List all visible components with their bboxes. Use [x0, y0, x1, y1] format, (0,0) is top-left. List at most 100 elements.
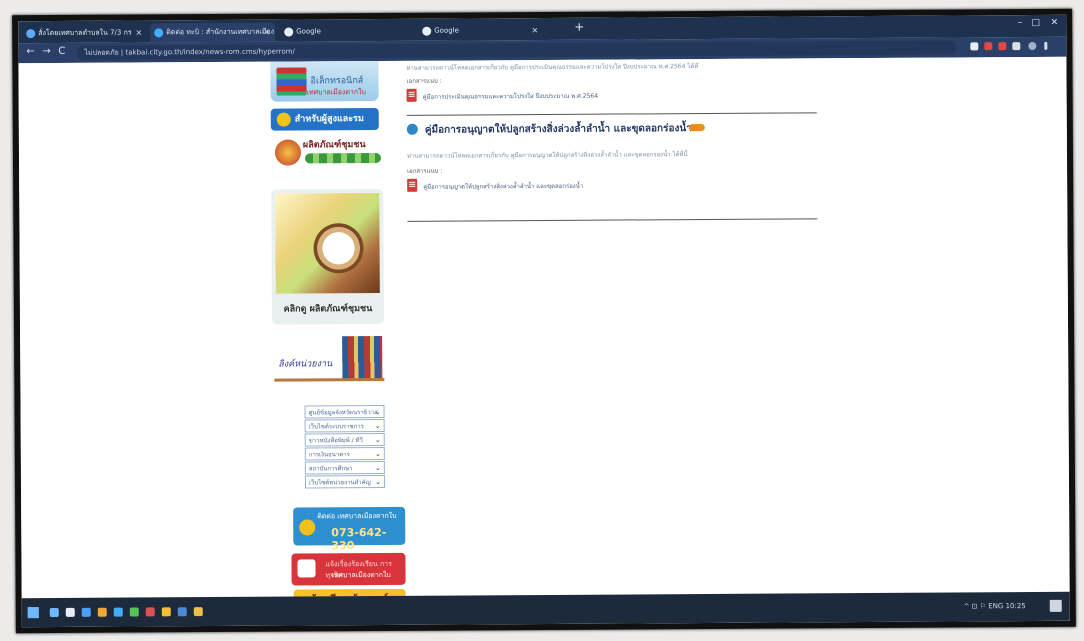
chrome-icon[interactable]: [145, 607, 155, 617]
tab-favicon-icon: [154, 28, 164, 38]
corruption-report-button[interactable]: แจ้งเรื่องร้องเรียน การทุจริต เทศบาลเมือ…: [291, 552, 406, 586]
app-icon[interactable]: [113, 607, 123, 617]
prev-attachment-row[interactable]: คู่มือการประเมินคุณธรรมและความโปร่งใส ปี…: [406, 86, 817, 105]
app-icon[interactable]: [81, 607, 91, 617]
maximize-button[interactable]: □: [1032, 18, 1041, 28]
agency-links-title: ลิงค์หน่วยงาน: [278, 359, 333, 370]
address-bar[interactable]: ไม่ปลอดภัย | takbai.city.go.th/index/new…: [76, 40, 957, 60]
item-attachments-label: เอกสารแนบ :: [407, 167, 443, 175]
chevron-down-icon: ⌄: [374, 408, 381, 417]
system-tray[interactable]: ^ ⊡ ⚐ ENG 10:25: [964, 602, 1026, 610]
bullet-icon: [406, 123, 418, 135]
chevron-down-icon: ⌄: [375, 477, 382, 487]
chevron-down-icon: ⌄: [374, 421, 381, 431]
divider: [406, 112, 817, 116]
screen: สั่งโดยเทศบาลตำบลใน 7/3 กร ✕ ติดต่อ ทะบิ…: [18, 14, 1070, 628]
item-title[interactable]: คู่มือการอนุญาตให้ปลูกสร้างสิ่งล่วงล้ำลำ…: [425, 121, 692, 138]
close-tab-icon[interactable]: ✕: [135, 23, 143, 42]
item-attachment-row[interactable]: คู่มือการอนุญาตให้ปลูกสร้างสิ่งล่วงล้ำลำ…: [407, 176, 817, 195]
new-badge-icon: [688, 124, 705, 132]
divider: [407, 218, 818, 222]
forward-button[interactable]: →: [42, 46, 50, 57]
chevron-down-icon: ⌄: [374, 435, 381, 445]
close-tab-icon[interactable]: ✕: [531, 21, 538, 40]
coconut-icon: [313, 223, 364, 274]
menu-kebab-icon[interactable]: [1044, 41, 1048, 50]
prev-attachment-link[interactable]: คู่มือการประเมินคุณธรรมและความโปร่งใส ปี…: [423, 91, 598, 102]
product-card[interactable]: คลิกดู ผลิตภัณฑ์ชุมชน: [271, 188, 385, 325]
agency-links-banner: ลิงค์หน่วยงาน: [274, 335, 386, 387]
banner-line1: อิเล็กทรอนิกส์: [310, 76, 364, 87]
tab-favicon-icon: [422, 26, 432, 36]
agency-select[interactable]: เว็บไซต์หน่วยงานสำคัญ ⌄: [304, 474, 386, 489]
windows-start-icon[interactable]: [27, 607, 39, 619]
banner-line2: เทศบาลเมืองตากใบ: [306, 88, 366, 97]
new-tab-button[interactable]: +: [574, 20, 584, 34]
browser-tab-active[interactable]: ติดต่อ ทะบิ : สำนักงานเทศบาลเมือง ✕: [150, 22, 276, 43]
bookshelf-icon: [342, 335, 383, 381]
tab-title: ติดต่อ ทะบิ : สำนักงานเทศบาลเมือง: [166, 27, 275, 37]
app-icon[interactable]: [177, 607, 187, 617]
agency-select[interactable]: เว็บไซต์ระบบราชการ ⌄: [304, 418, 385, 433]
product-caption: คลิกดู ผลิตภัณฑ์ชุมชน: [283, 304, 373, 315]
report-line2: เทศบาลเมืองตากใบ: [331, 570, 391, 580]
chevron-down-icon: ⌄: [374, 463, 381, 473]
agency-select[interactable]: ศูนย์ข้อมูลจังหวัดนราธิวาส ⌄: [304, 404, 385, 419]
prev-download-text: ท่านสามารถดาวน์โหลดเอกสารเกี่ยวกับ คู่มื…: [406, 63, 699, 72]
browser-tab[interactable]: สั่งโดยเทศบาลตำบลใน 7/3 กร ✕: [22, 23, 147, 43]
pdf-file-icon: [407, 178, 418, 192]
task-view-icon[interactable]: [65, 607, 75, 617]
minimize-button[interactable]: –: [1018, 18, 1023, 28]
otop-title: ผลิตภัณฑ์ชุมชน: [302, 140, 366, 151]
app-icon[interactable]: [193, 607, 203, 617]
tab-title: สั่งโดยเทศบาลตำบลใน 7/3 กร: [38, 28, 132, 38]
app-icon[interactable]: [161, 607, 171, 617]
item-attachment-link[interactable]: คู่มือการอนุญาตให้ปลูกสร้างสิ่งล่วงล้ำลำ…: [423, 181, 583, 192]
item-heading[interactable]: คู่มือการอนุญาตให้ปลูกสร้างสิ่งล่วงล้ำลำ…: [406, 118, 827, 143]
extension-icon[interactable]: [984, 42, 993, 51]
tab-favicon-icon: [26, 29, 36, 39]
prev-attachments-label: เอกสารแนบ :: [406, 77, 442, 85]
bookmark-star-icon[interactable]: [970, 42, 979, 51]
browser-tab[interactable]: Google ✕: [418, 21, 543, 41]
extension-icon[interactable]: [998, 42, 1007, 51]
report-envelope-icon: [297, 559, 316, 578]
phone-icon: [299, 519, 316, 536]
extensions-puzzle-icon[interactable]: [1012, 42, 1021, 51]
pdf-file-icon: [406, 88, 417, 102]
app-icon[interactable]: [129, 607, 139, 617]
notification-icon[interactable]: [1049, 599, 1062, 612]
elderly-services-button[interactable]: สำหรับผู้สูงและรม: [270, 108, 379, 131]
agency-select[interactable]: สถาบันการศึกษา ⌄: [304, 460, 385, 475]
elderly-person-icon: [276, 112, 291, 127]
shelf-divider: [274, 377, 385, 382]
vine-decoration: [304, 152, 382, 164]
elderly-button-label: สำหรับผู้สูงและรม: [294, 114, 364, 125]
contact-label: ติดต่อ เทศบาลเมืองตากใบ: [317, 511, 397, 521]
file-explorer-icon[interactable]: [97, 607, 107, 617]
profile-avatar-icon[interactable]: [1028, 41, 1037, 51]
windows-taskbar: ^ ⊡ ⚐ ENG 10:25: [21, 591, 1070, 628]
browser-tab[interactable]: Google: [280, 22, 405, 42]
agency-select[interactable]: ข่าวหนังสือพิมพ์ / ทีวี ⌄: [304, 432, 385, 447]
coconut-product-image: [275, 193, 380, 294]
agency-select[interactable]: การเงินธนาคาร ⌄: [304, 446, 385, 461]
contact-number: 073-642-330: [331, 525, 387, 553]
close-window-button[interactable]: ✕: [1051, 18, 1059, 28]
contact-phone-button[interactable]: ติดต่อ เทศบาลเมืองตากใบ 073-642-330: [293, 506, 406, 552]
search-icon[interactable]: [49, 607, 59, 618]
otop-banner[interactable]: ผลิตภัณฑ์ชุมชน: [271, 135, 383, 176]
books-icon: [276, 67, 307, 96]
web-page: อิเล็กทรอนิกส์ เทศบาลเมืองตากใบ สำหรับผู…: [18, 56, 1070, 612]
back-button[interactable]: ←: [26, 46, 34, 57]
tab-title: Google: [434, 26, 459, 35]
reload-button[interactable]: C: [58, 46, 65, 57]
otop-logo-icon: [274, 139, 302, 166]
item-download-text: ท่านสามารถดาวน์โหลดเอกสารเกี่ยวกับ คู่มื…: [406, 151, 688, 160]
e-service-banner[interactable]: อิเล็กทรอนิกส์ เทศบาลเมืองตากใบ: [270, 61, 379, 102]
chevron-down-icon: ⌄: [374, 449, 381, 459]
close-tab-icon[interactable]: ✕: [263, 23, 271, 42]
tab-favicon-icon: [284, 27, 294, 37]
agency-link-selects: ศูนย์ข้อมูลจังหวัดนราธิวาส ⌄ เว็บไซต์ระบบ…: [304, 404, 386, 489]
monitor-bezel: สั่งโดยเทศบาลตำบลใน 7/3 กร ✕ ติดต่อ ทะบิ…: [12, 8, 1076, 634]
